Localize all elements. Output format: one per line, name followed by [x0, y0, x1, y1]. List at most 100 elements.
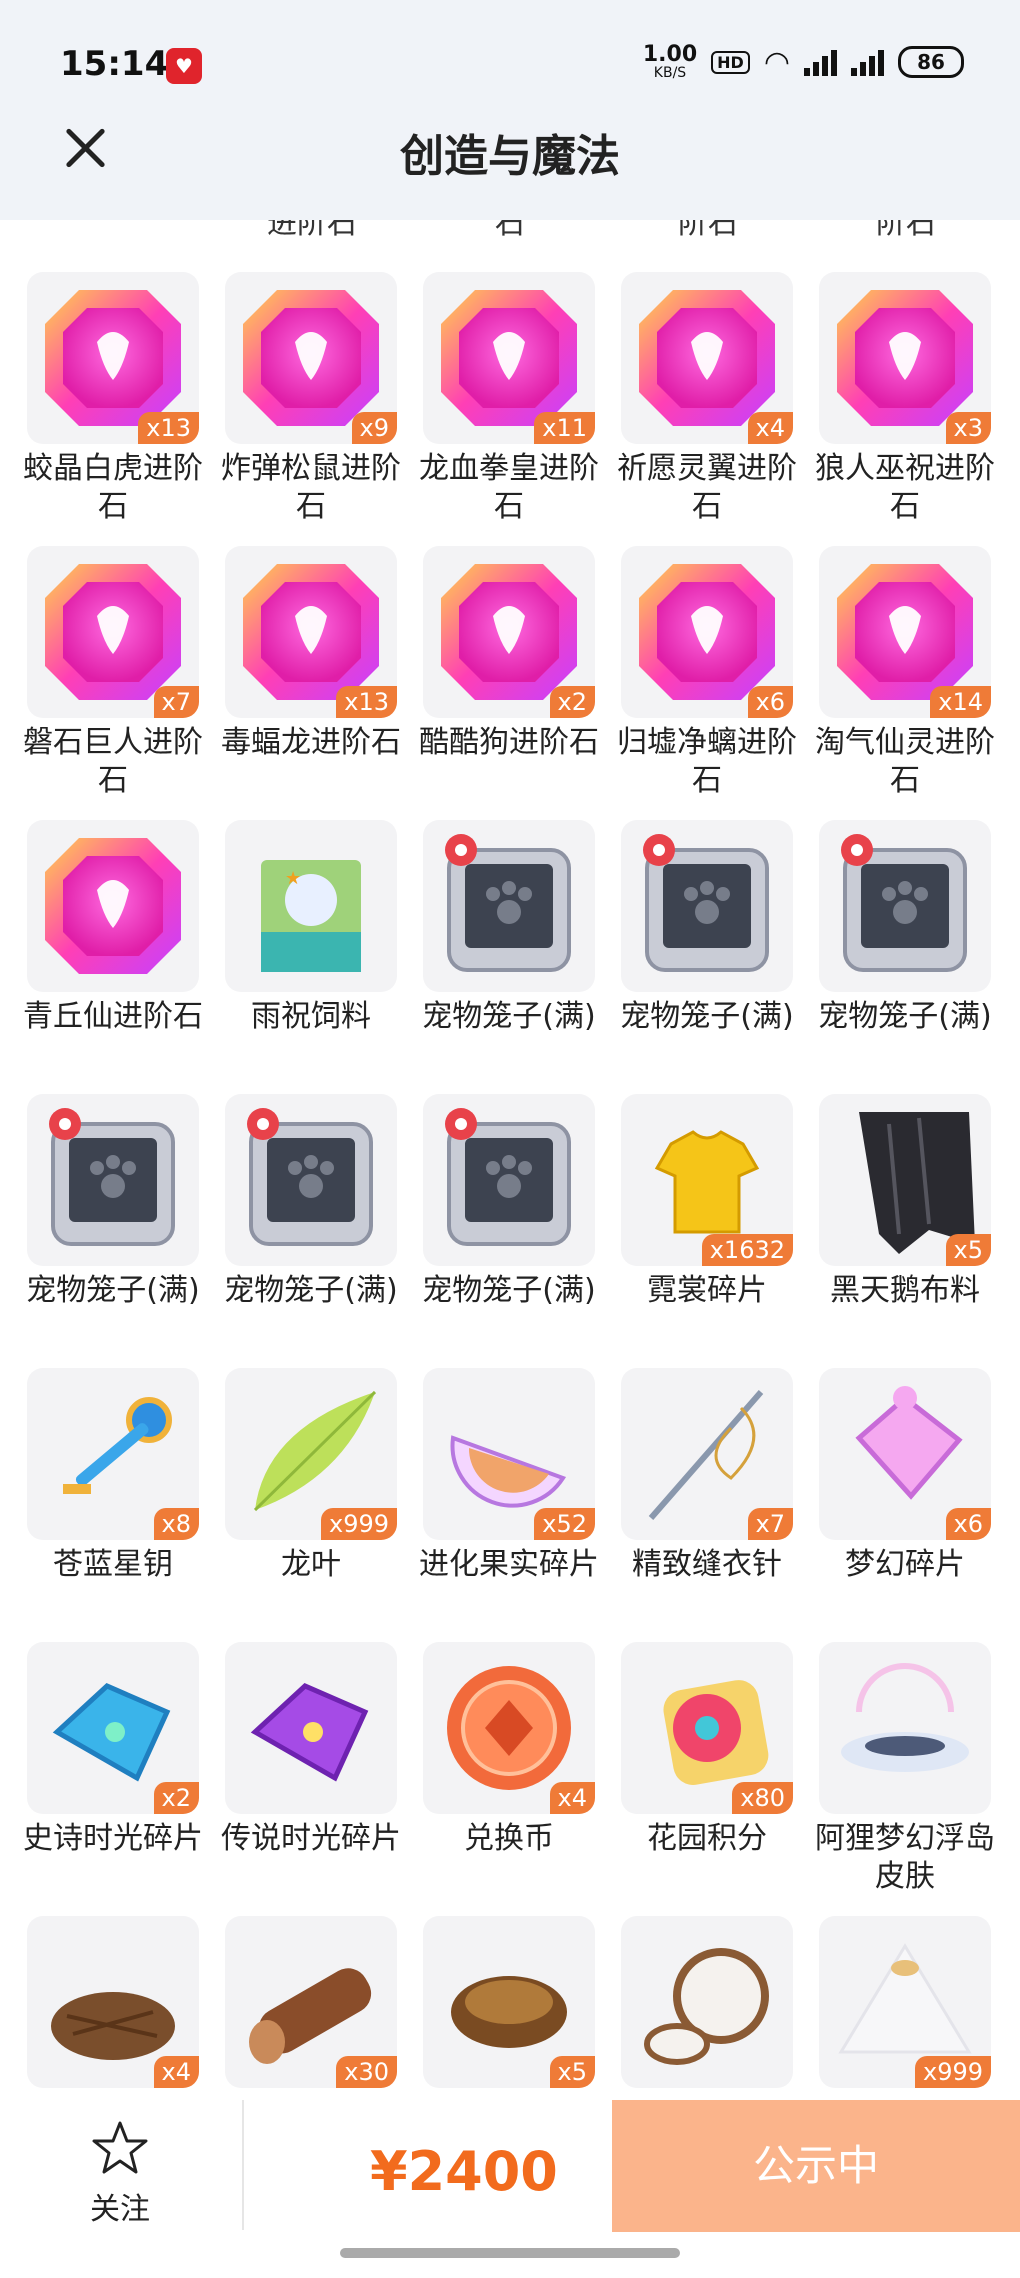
inventory-item[interactable]: x5 [423, 1916, 595, 2094]
gem-icon: x14 [819, 546, 991, 718]
item-name: 进化果实碎片 [419, 1547, 599, 1582]
inventory-item[interactable]: x14 淘气仙灵进阶石 [815, 546, 995, 800]
quantity-badge: x52 [534, 1508, 595, 1540]
item-name: 青丘仙进阶石 [23, 999, 203, 1034]
prev-item-label: 进阶石 [267, 220, 357, 241]
item-name: 淘气仙灵进阶石 [815, 725, 995, 798]
quantity-badge: x1632 [701, 1234, 793, 1266]
inventory-item[interactable]: x6 归墟净螭进阶石 [617, 546, 797, 800]
inventory-item[interactable]: x7 精致缝衣针 [621, 1368, 793, 1584]
quantity-badge: x5 [945, 1234, 991, 1266]
follow-button[interactable]: 关注 [60, 2120, 180, 2228]
gem-icon: x2 [423, 546, 595, 718]
item-name: 宠物笼子(满) [620, 999, 794, 1034]
inventory-item[interactable]: 宠物笼子(满) [224, 1094, 398, 1310]
inventory-item[interactable]: x11 龙血拳皇进阶石 [419, 272, 599, 526]
item-name: 苍蓝星钥 [53, 1547, 173, 1582]
quantity-badge: x9 [351, 412, 397, 444]
inventory-item[interactable]: x7 磐石巨人进阶石 [23, 546, 203, 800]
item-name: 传说时光碎片 [221, 1821, 401, 1856]
inventory-item[interactable]: x4 祈愿灵翼进阶石 [617, 272, 797, 526]
quantity-badge: x4 [747, 412, 793, 444]
inventory-item[interactable]: x13 毒蝠龙进阶石 [221, 546, 401, 762]
public-notice-button[interactable]: 公示中 [612, 2100, 1020, 2232]
pet-cage-icon [819, 820, 991, 992]
quantity-badge: x7 [153, 686, 199, 718]
gem-icon [27, 820, 199, 992]
inventory-item[interactable]: x4 [27, 1916, 199, 2094]
inventory-item[interactable]: x80 花园积分 [621, 1642, 793, 1858]
item-name: 宠物笼子(满) [422, 1273, 596, 1308]
gem-icon: x4 [621, 272, 793, 444]
item-grid[interactable]: 进阶石 石 阶石 阶石 x13 蛟晶白虎进阶石 x9 炸弹松鼠进阶石 x11 龙血拳皇进阶… [0, 220, 1020, 2100]
inventory-item[interactable]: 宠物笼子(满) [422, 820, 596, 1036]
item-name: 雨祝饲料 [251, 999, 371, 1034]
item-name: 毒蝠龙进阶石 [221, 725, 401, 760]
inventory-item[interactable]: x8 苍蓝星钥 [27, 1368, 199, 1584]
wifi-icon: ◠ [763, 44, 790, 80]
inventory-item[interactable] [621, 1916, 793, 2094]
inventory-item[interactable]: 宠物笼子(满) [26, 1094, 200, 1310]
quantity-badge: x8 [153, 1508, 199, 1540]
home-indicator[interactable] [340, 2248, 680, 2258]
inventory-item[interactable]: 宠物笼子(满) [620, 820, 794, 1036]
item-name: 宠物笼子(满) [26, 1273, 200, 1308]
quantity-badge: x13 [138, 412, 199, 444]
item-name: 宠物笼子(满) [818, 999, 992, 1034]
inventory-item[interactable]: x52 进化果实碎片 [419, 1368, 599, 1584]
signal-icon-2 [851, 48, 884, 76]
item-name: 磐石巨人进阶石 [23, 725, 203, 798]
pinecone-icon: x4 [27, 1916, 199, 2088]
key-icon: x8 [27, 1368, 199, 1540]
inventory-item[interactable]: ★ 雨祝饲料 [225, 820, 397, 1036]
item-name: 兑换币 [464, 1821, 554, 1856]
inventory-item[interactable]: x4 兑换币 [423, 1642, 595, 1858]
star-icon [92, 2121, 148, 2174]
wood-log-icon: x30 [225, 1916, 397, 2088]
inventory-item[interactable]: 传说时光碎片 [221, 1642, 401, 1858]
pet-cage-icon [423, 820, 595, 992]
crystal-icon: x999 [819, 1916, 991, 2088]
item-name: 祈愿灵翼进阶石 [617, 451, 797, 524]
quantity-badge: x4 [549, 1782, 595, 1814]
inventory-item[interactable]: x2 酷酷狗进阶石 [419, 546, 599, 762]
quantity-badge: x30 [336, 2056, 397, 2088]
item-name: 宠物笼子(满) [224, 1273, 398, 1308]
item-name: 炸弹松鼠进阶石 [221, 451, 401, 524]
prev-item-label: 阶石 [876, 220, 936, 241]
item-name: 狼人巫祝进阶石 [815, 451, 995, 524]
quantity-badge: x5 [549, 2056, 595, 2088]
pet-cage-icon [225, 1094, 397, 1266]
gem-icon: x11 [423, 272, 595, 444]
inventory-item[interactable]: x9 炸弹松鼠进阶石 [221, 272, 401, 526]
inventory-item[interactable]: x30 [225, 1916, 397, 2094]
quantity-badge: x6 [945, 1508, 991, 1540]
item-name: 龙叶 [281, 1547, 341, 1582]
item-name: 酷酷狗进阶石 [419, 725, 599, 760]
hd-icon: HD [711, 50, 750, 74]
inventory-item[interactable]: 宠物笼子(满) [818, 820, 992, 1036]
bottom-bar: 关注 ¥2400 公示中 [0, 2100, 1020, 2278]
item-name: 梦幻碎片 [845, 1547, 965, 1582]
net-speed: 1.00 KB/S [642, 42, 698, 81]
inventory-item[interactable]: 阿狸梦幻浮岛皮肤 [815, 1642, 995, 1896]
quantity-badge: x13 [336, 686, 397, 718]
item-name: 花园积分 [647, 1821, 767, 1856]
gem-icon: x6 [621, 546, 793, 718]
notification-app-icon: ♥ [166, 48, 202, 84]
needle-icon: x7 [621, 1368, 793, 1540]
gem-icon: x9 [225, 272, 397, 444]
inventory-item[interactable]: x2 史诗时光碎片 [23, 1642, 203, 1858]
inventory-item[interactable]: x999 [819, 1916, 991, 2094]
inventory-item[interactable]: x6 梦幻碎片 [819, 1368, 991, 1584]
top-bar: 15:14 ♥ 1.00 KB/S HD ◠ 86 创造与魔法 [0, 0, 1020, 220]
inventory-item[interactable]: x5 黑天鹅布料 [819, 1094, 991, 1310]
inventory-item[interactable]: 宠物笼子(满) [422, 1094, 596, 1310]
inventory-item[interactable]: x3 狼人巫祝进阶石 [815, 272, 995, 526]
inventory-item[interactable]: x13 蛟晶白虎进阶石 [23, 272, 203, 526]
gem-icon: x3 [819, 272, 991, 444]
inventory-item[interactable]: x999 龙叶 [225, 1368, 397, 1584]
quantity-badge: x14 [930, 686, 991, 718]
inventory-item[interactable]: 青丘仙进阶石 [23, 820, 203, 1036]
inventory-item[interactable]: x1632 霓裳碎片 [621, 1094, 793, 1310]
